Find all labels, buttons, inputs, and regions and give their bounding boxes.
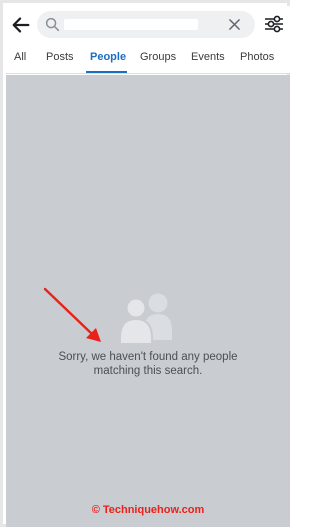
search-tabs: All Posts People Groups Events Photos <box>6 44 290 74</box>
people-icon <box>119 293 172 344</box>
sliders-icon[interactable] <box>264 14 284 34</box>
empty-state-line-1: Sorry, we haven't found any people <box>58 351 238 363</box>
watermark: © Techniquehow.com <box>91 504 205 516</box>
tab-posts[interactable]: Posts <box>46 51 74 63</box>
tab-photos[interactable]: Photos <box>240 51 274 63</box>
tab-people[interactable]: People <box>90 51 126 63</box>
tab-groups[interactable]: Groups <box>140 51 176 63</box>
redacted-query <box>64 19 198 30</box>
empty-state-line-2: matching this search. <box>93 365 203 377</box>
tab-all[interactable]: All <box>14 51 26 63</box>
close-icon[interactable] <box>228 18 241 31</box>
tab-events[interactable]: Events <box>191 51 225 63</box>
results-area: Sorry, we haven't found any people match… <box>6 75 290 527</box>
empty-state-message: Sorry, we haven't found any people match… <box>6 350 290 378</box>
red-arrow-icon <box>43 287 101 342</box>
screenshot-frame: All Posts People Groups Events Photos So… <box>0 0 290 527</box>
active-tab-indicator <box>86 71 127 73</box>
search-icon <box>45 17 60 32</box>
search-input[interactable] <box>37 11 255 38</box>
arrow-left-icon[interactable] <box>10 14 32 36</box>
search-header <box>6 6 290 44</box>
